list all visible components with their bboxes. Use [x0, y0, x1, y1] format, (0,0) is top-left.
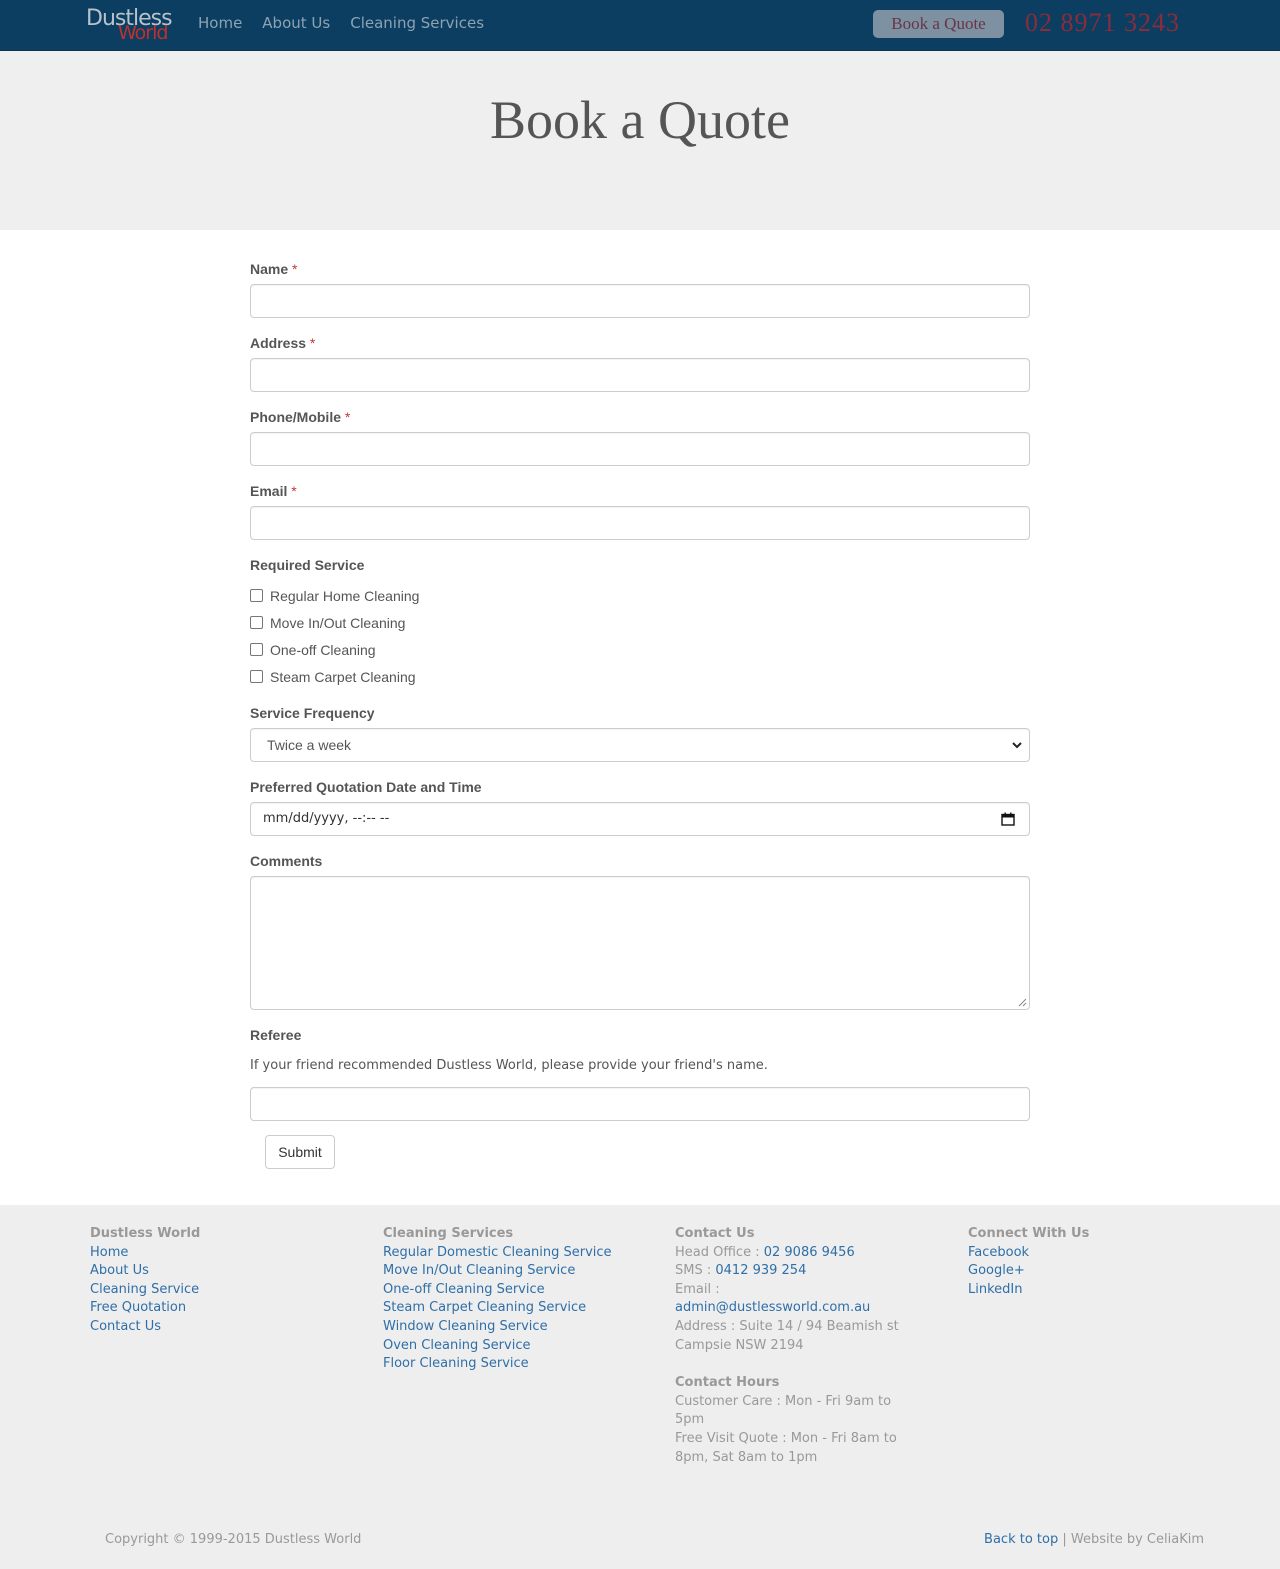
hours-line: Customer Care : Mon - Fri 9am to	[675, 1393, 892, 1409]
required-mark: *	[344, 409, 351, 425]
footer-heading: Cleaning Services	[383, 1226, 514, 1241]
service-frequency-label: Service Frequency	[250, 705, 375, 721]
footer-link[interactable]: Window Cleaning Service	[383, 1318, 612, 1337]
nav-links: Home About Us Cleaning Services	[198, 14, 504, 32]
footer: Dustless World Home About Us Cleaning Se…	[0, 1205, 1280, 1569]
comments-field[interactable]	[250, 876, 1030, 1010]
resize-grip-icon[interactable]	[1018, 998, 1027, 1007]
service-frequency-value: Twice a week	[267, 737, 352, 753]
separator: |	[1062, 1532, 1067, 1547]
head-office-phone-link[interactable]: 02 9086 9456	[764, 1245, 855, 1260]
checkbox[interactable]	[250, 589, 263, 602]
footer-heading: Contact Us	[675, 1226, 755, 1241]
required-service-label: Required Service	[250, 557, 365, 573]
checkbox[interactable]	[250, 670, 263, 683]
header-phone-number[interactable]: 02 8971 3243	[1025, 6, 1180, 40]
book-a-quote-button[interactable]: Book a Quote	[873, 10, 1004, 38]
address-line-1: Address : Suite 14 / 94 Beamish st	[675, 1318, 899, 1334]
phone-field[interactable]	[250, 432, 1030, 466]
email-link[interactable]: admin@dustlessworld.com.au	[675, 1300, 870, 1315]
address-label-text: Address	[250, 335, 307, 351]
datetime-placeholder: mm/dd/yyyy, --:-- --	[263, 811, 390, 826]
phone-label-text: Phone/Mobile	[250, 409, 341, 425]
nav-link-about-us[interactable]: About Us	[262, 14, 330, 32]
footer-link[interactable]: Steam Carpet Cleaning Service	[383, 1299, 612, 1318]
service-option-label: One-off Cleaning	[270, 642, 376, 658]
address-field[interactable]	[250, 358, 1030, 392]
hours-line: 8pm, Sat 8am to 1pm	[675, 1449, 818, 1465]
email-line: Email : admin@dustlessworld.com.au	[675, 1281, 915, 1318]
footer-link[interactable]: Oven Cleaning Service	[383, 1337, 612, 1356]
navbar: Dustless World Home About Us Cleaning Se…	[0, 0, 1280, 51]
footer-heading: Dustless World	[90, 1226, 201, 1241]
website-credit: Website by CeliaKim	[1070, 1532, 1204, 1547]
required-mark: *	[309, 335, 316, 351]
footer-column-dustless-world: Dustless World Home About Us Cleaning Se…	[90, 1225, 200, 1337]
logo-text-bottom: World	[118, 22, 168, 44]
footer-column-cleaning-services: Cleaning Services Regular Domestic Clean…	[383, 1225, 612, 1374]
name-field[interactable]	[250, 284, 1030, 318]
footer-link[interactable]: Regular Domestic Cleaning Service	[383, 1244, 612, 1263]
comments-label: Comments	[250, 853, 323, 869]
footer-link[interactable]: Cleaning Service	[90, 1281, 200, 1300]
service-option-label: Steam Carpet Cleaning	[270, 669, 416, 685]
nav-link-home[interactable]: Home	[198, 14, 242, 32]
email-label-text: Email	[250, 483, 288, 499]
head-office-label: Head Office :	[675, 1244, 760, 1260]
sms-label: SMS :	[675, 1263, 712, 1279]
contact-hours-heading: Contact Hours	[675, 1375, 780, 1391]
dustless-world-logo[interactable]: Dustless World	[86, 6, 173, 44]
footer-link[interactable]: About Us	[90, 1262, 200, 1281]
calendar-icon[interactable]	[1001, 812, 1015, 826]
datetime-label: Preferred Quotation Date and Time	[250, 779, 482, 795]
back-to-top-link[interactable]: Back to top	[984, 1532, 1058, 1547]
hours-line: Free Visit Quote : Mon - Fri 8am to	[675, 1430, 897, 1446]
checkbox[interactable]	[250, 643, 263, 656]
footer-link[interactable]: Floor Cleaning Service	[383, 1355, 612, 1374]
footer-heading: Connect With Us	[968, 1226, 1090, 1241]
service-frequency-select[interactable]: Twice a week	[250, 728, 1030, 762]
referee-field[interactable]	[250, 1087, 1030, 1121]
sms-number-link[interactable]: 0412 939 254	[715, 1263, 806, 1278]
required-mark: *	[291, 483, 297, 499]
address-line-2: Campsie NSW 2194	[675, 1337, 804, 1353]
name-label: Name *	[250, 260, 297, 278]
email-field[interactable]	[250, 506, 1030, 540]
submit-button[interactable]: Submit	[265, 1135, 335, 1169]
checkbox[interactable]	[250, 616, 263, 629]
linkedin-link[interactable]: LinkedIn	[968, 1281, 1089, 1300]
email-label: Email *	[250, 482, 297, 500]
referee-help-text: If your friend recommended Dustless Worl…	[250, 1058, 768, 1073]
phone-label: Phone/Mobile *	[250, 408, 350, 426]
footer-link[interactable]: Contact Us	[90, 1318, 200, 1337]
chevron-down-icon	[1012, 742, 1022, 749]
referee-label: Referee	[250, 1027, 302, 1043]
datetime-field[interactable]: mm/dd/yyyy, --:-- --	[250, 802, 1030, 836]
address-label: Address *	[250, 334, 315, 352]
hero-banner: Book a Quote	[0, 51, 1280, 230]
nav-link-cleaning-services[interactable]: Cleaning Services	[350, 14, 484, 32]
email-label: Email :	[675, 1281, 720, 1297]
required-mark: *	[292, 261, 298, 277]
footer-link[interactable]: Home	[90, 1244, 200, 1263]
footer-link[interactable]: Move In/Out Cleaning Service	[383, 1262, 612, 1281]
google-plus-link[interactable]: Google+	[968, 1262, 1089, 1281]
name-label-text: Name	[250, 261, 289, 277]
hours-line: 5pm	[675, 1412, 705, 1428]
page-title: Book a Quote	[490, 90, 790, 150]
service-option-label: Regular Home Cleaning	[270, 588, 420, 604]
footer-column-connect: Connect With Us Facebook Google+ LinkedI…	[968, 1225, 1089, 1299]
copyright: Copyright © 1999-2015 Dustless World	[105, 1532, 362, 1547]
footer-link[interactable]: One-off Cleaning Service	[383, 1281, 612, 1300]
footer-credit: Back to top | Website by CeliaKim	[984, 1532, 1204, 1548]
sms-line: SMS : 0412 939 254	[675, 1262, 915, 1281]
head-office-line: Head Office : 02 9086 9456	[675, 1244, 915, 1263]
footer-link[interactable]: Free Quotation	[90, 1299, 200, 1318]
facebook-link[interactable]: Facebook	[968, 1244, 1089, 1263]
footer-column-contact-us: Contact Us Head Office : 02 9086 9456 SM…	[675, 1225, 915, 1467]
service-option-label: Move In/Out Cleaning	[270, 615, 406, 631]
